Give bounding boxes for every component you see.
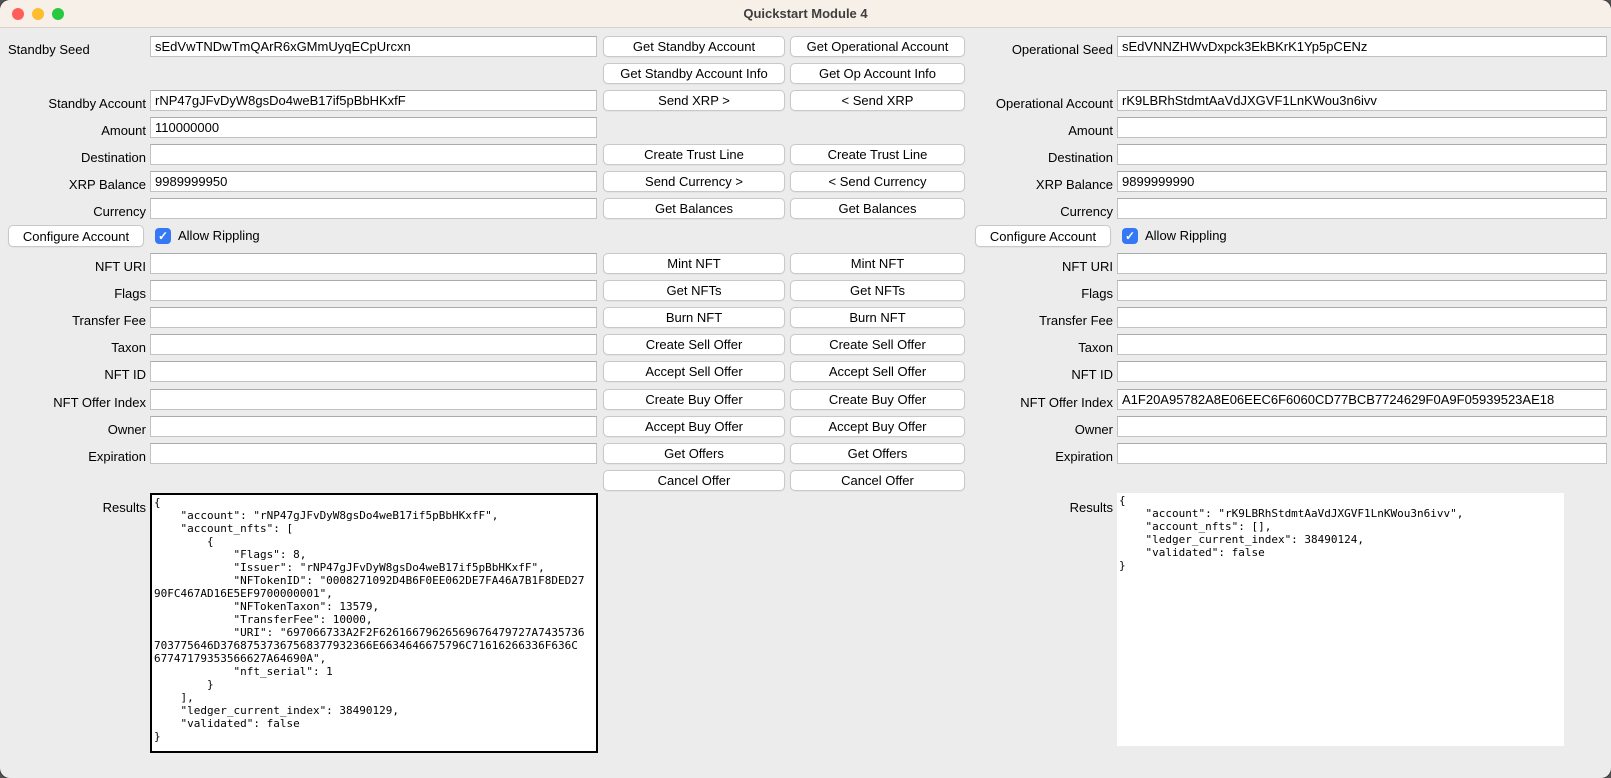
operational-nft-offer-index-input[interactable]	[1117, 389, 1607, 410]
get-standby-account-button[interactable]: Get Standby Account	[603, 36, 785, 57]
operational-currency-input[interactable]	[1117, 198, 1607, 219]
operational-transfer-fee-label: Transfer Fee	[880, 310, 1113, 331]
standby-nft-offer-index-label: NFT Offer Index	[0, 392, 146, 413]
operational-account-label: Operational Account	[880, 93, 1113, 114]
standby-nft-uri-label: NFT URI	[0, 256, 146, 277]
get-op-account-info-button[interactable]: Get Op Account Info	[790, 63, 965, 84]
operational-destination-label: Destination	[880, 147, 1113, 168]
standby-mint-nft-button[interactable]: Mint NFT	[603, 253, 785, 274]
standby-seed-input[interactable]	[150, 36, 597, 57]
standby-transfer-fee-label: Transfer Fee	[0, 310, 146, 331]
standby-destination-input[interactable]	[150, 144, 597, 165]
operational-allow-rippling-label: Allow Rippling	[1145, 225, 1227, 246]
operational-nft-uri-label: NFT URI	[880, 256, 1113, 277]
standby-amount-label: Amount	[0, 120, 146, 141]
standby-destination-label: Destination	[0, 147, 146, 168]
standby-allow-rippling-label: Allow Rippling	[178, 225, 260, 246]
operational-account-input[interactable]	[1117, 90, 1607, 111]
standby-expiration-label: Expiration	[0, 446, 146, 467]
standby-transfer-fee-input[interactable]	[150, 307, 597, 328]
standby-allow-rippling-checkbox[interactable]	[155, 228, 171, 244]
operational-nft-uri-input[interactable]	[1117, 253, 1607, 274]
get-standby-account-info-button[interactable]: Get Standby Account Info	[603, 63, 785, 84]
standby-currency-label: Currency	[0, 201, 146, 222]
standby-results-text: { "account": "rNP47gJFvDyW8gsDo4weB17if5…	[152, 495, 596, 743]
operational-owner-label: Owner	[880, 419, 1113, 440]
standby-cancel-offer-button[interactable]: Cancel Offer	[603, 470, 785, 491]
standby-nft-offer-index-input[interactable]	[150, 389, 597, 410]
operational-currency-label: Currency	[880, 201, 1113, 222]
minimize-button[interactable]	[32, 8, 44, 20]
operational-nft-offer-index-label: NFT Offer Index	[880, 392, 1113, 413]
operational-taxon-label: Taxon	[880, 337, 1113, 358]
standby-flags-label: Flags	[0, 283, 146, 304]
standby-get-nfts-button[interactable]: Get NFTs	[603, 280, 785, 301]
standby-results-label: Results	[0, 497, 146, 518]
operational-cancel-offer-button[interactable]: Cancel Offer	[790, 470, 965, 491]
standby-send-xrp-button[interactable]: Send XRP >	[603, 90, 785, 111]
operational-taxon-input[interactable]	[1117, 334, 1607, 355]
title-bar: Quickstart Module 4	[0, 0, 1611, 28]
operational-flags-label: Flags	[880, 283, 1113, 304]
operational-seed-input[interactable]	[1117, 36, 1607, 57]
standby-taxon-input[interactable]	[150, 334, 597, 355]
operational-flags-input[interactable]	[1117, 280, 1607, 301]
standby-get-balances-button[interactable]: Get Balances	[603, 198, 785, 219]
standby-get-offers-button[interactable]: Get Offers	[603, 443, 785, 464]
standby-create-trust-line-button[interactable]: Create Trust Line	[603, 144, 785, 165]
standby-seed-label: Standby Seed	[8, 39, 90, 60]
operational-expiration-input[interactable]	[1117, 443, 1607, 464]
standby-nft-id-label: NFT ID	[0, 364, 146, 385]
operational-configure-account-button[interactable]: Configure Account	[975, 225, 1111, 247]
operational-xrp-balance-label: XRP Balance	[880, 174, 1113, 195]
operational-seed-label: Operational Seed	[880, 39, 1113, 60]
standby-currency-input[interactable]	[150, 198, 597, 219]
standby-expiration-input[interactable]	[150, 443, 597, 464]
operational-nft-id-input[interactable]	[1117, 361, 1607, 382]
standby-taxon-label: Taxon	[0, 337, 146, 358]
standby-nft-id-input[interactable]	[150, 361, 597, 382]
standby-account-input[interactable]	[150, 90, 597, 111]
operational-expiration-label: Expiration	[880, 446, 1113, 467]
standby-configure-account-button[interactable]: Configure Account	[8, 225, 144, 247]
zoom-button[interactable]	[52, 8, 64, 20]
operational-results-area[interactable]: { "account": "rK9LBRhStdmtAaVdJXGVF1LnKW…	[1117, 493, 1564, 746]
operational-results-label: Results	[880, 497, 1113, 518]
standby-accept-sell-offer-button[interactable]: Accept Sell Offer	[603, 361, 785, 382]
operational-amount-input[interactable]	[1117, 117, 1607, 138]
standby-amount-input[interactable]	[150, 117, 597, 138]
standby-owner-label: Owner	[0, 419, 146, 440]
operational-nft-id-label: NFT ID	[880, 364, 1113, 385]
standby-burn-nft-button[interactable]: Burn NFT	[603, 307, 785, 328]
window-title: Quickstart Module 4	[743, 6, 867, 21]
operational-destination-input[interactable]	[1117, 144, 1607, 165]
standby-accept-buy-offer-button[interactable]: Accept Buy Offer	[603, 416, 785, 437]
close-button[interactable]	[12, 8, 24, 20]
standby-flags-input[interactable]	[150, 280, 597, 301]
operational-results-text: { "account": "rK9LBRhStdmtAaVdJXGVF1LnKW…	[1117, 493, 1564, 572]
operational-allow-rippling-checkbox[interactable]	[1122, 228, 1138, 244]
operational-owner-input[interactable]	[1117, 416, 1607, 437]
standby-results-area[interactable]: { "account": "rNP47gJFvDyW8gsDo4weB17if5…	[150, 493, 598, 753]
standby-xrp-balance-input[interactable]	[150, 171, 597, 192]
app-window: Quickstart Module 4 Standby Seed Standby…	[0, 0, 1611, 778]
standby-send-currency-button[interactable]: Send Currency >	[603, 171, 785, 192]
standby-account-label: Standby Account	[0, 93, 146, 114]
standby-create-buy-offer-button[interactable]: Create Buy Offer	[603, 389, 785, 410]
standby-create-sell-offer-button[interactable]: Create Sell Offer	[603, 334, 785, 355]
operational-amount-label: Amount	[880, 120, 1113, 141]
standby-nft-uri-input[interactable]	[150, 253, 597, 274]
standby-xrp-balance-label: XRP Balance	[0, 174, 146, 195]
operational-xrp-balance-input[interactable]	[1117, 171, 1607, 192]
standby-owner-input[interactable]	[150, 416, 597, 437]
operational-transfer-fee-input[interactable]	[1117, 307, 1607, 328]
